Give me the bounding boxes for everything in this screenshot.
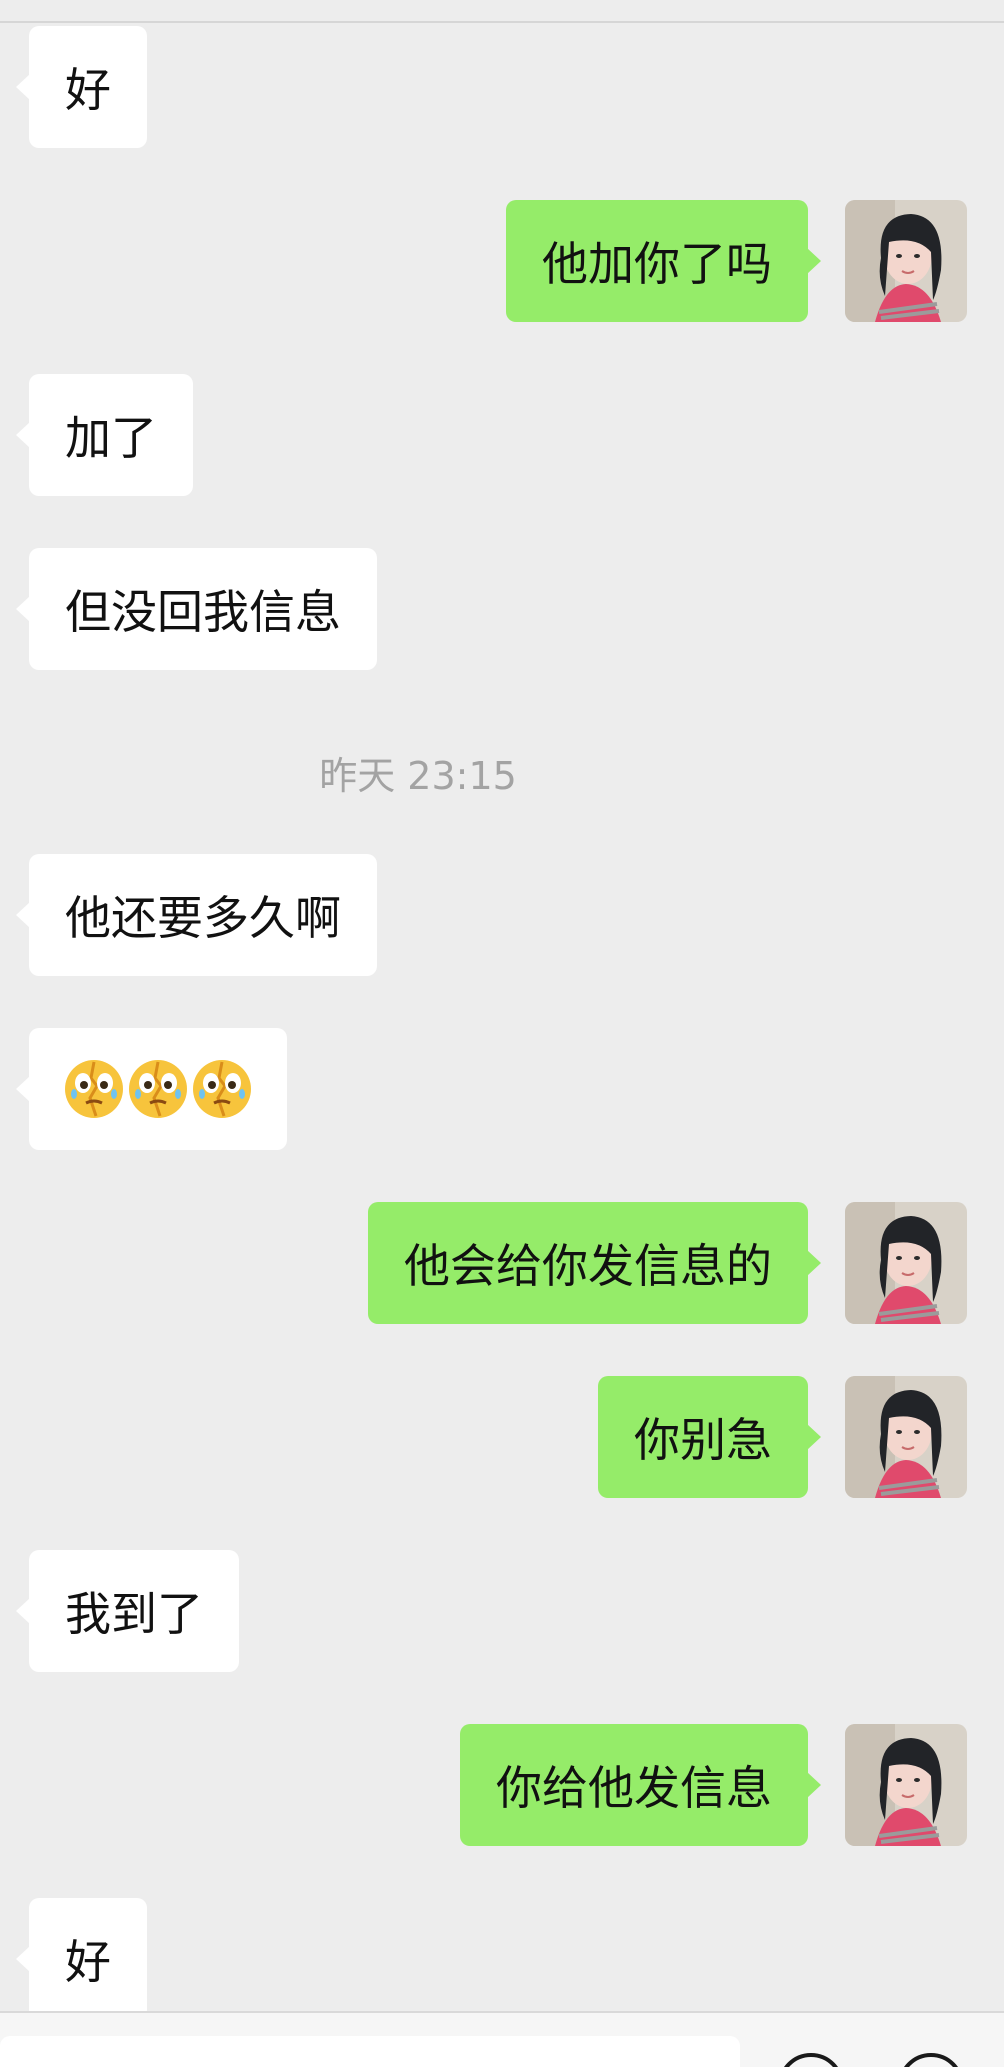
user-avatar[interactable] bbox=[845, 1376, 967, 1498]
user-avatar[interactable] bbox=[845, 1202, 967, 1324]
message-text: 他加你了吗 bbox=[542, 237, 772, 291]
avatar-image bbox=[845, 200, 967, 322]
face-with-tears-emoji bbox=[65, 1060, 123, 1118]
outgoing-message[interactable]: 他加你了吗 bbox=[506, 200, 821, 322]
outgoing-message[interactable]: 他会给你发信息的 bbox=[368, 1202, 821, 1324]
message-text: 加了 bbox=[65, 411, 157, 465]
avatar-image bbox=[845, 1724, 967, 1846]
user-avatar[interactable] bbox=[845, 200, 967, 322]
user-avatar[interactable] bbox=[845, 1724, 967, 1846]
message-text: 他会给你发信息的 bbox=[404, 1239, 772, 1293]
incoming-message[interactable]: 加了 bbox=[16, 374, 193, 496]
incoming-emoji-message[interactable] bbox=[16, 1028, 287, 1150]
face-with-tears-emoji bbox=[129, 1060, 187, 1118]
message-text: 但没回我信息 bbox=[65, 585, 341, 639]
message-input[interactable] bbox=[0, 2036, 740, 2067]
message-text: 好 bbox=[65, 63, 111, 117]
title-bar-divider bbox=[0, 21, 1004, 23]
chat-timestamp: 昨天 23:15 bbox=[319, 754, 517, 798]
message-text: 好 bbox=[65, 1935, 111, 1989]
incoming-message[interactable]: 好 bbox=[16, 26, 147, 148]
outgoing-message[interactable]: 你给他发信息 bbox=[460, 1724, 821, 1846]
message-text: 你别急 bbox=[634, 1413, 772, 1467]
voice-icon[interactable] bbox=[778, 2053, 844, 2067]
message-text: 我到了 bbox=[65, 1587, 203, 1641]
chat-input-bar bbox=[0, 2011, 1004, 2067]
outgoing-message[interactable]: 你别急 bbox=[598, 1376, 821, 1498]
incoming-message[interactable]: 好 bbox=[16, 1898, 147, 2020]
emoji-row bbox=[63, 1058, 253, 1120]
chat-screen: 好 他加你了吗 加了 但没回我信息 昨天 23:15 他还要多久啊 他会给你发信… bbox=[0, 0, 1004, 2067]
message-text: 你给他发信息 bbox=[496, 1761, 772, 1815]
incoming-message[interactable]: 他还要多久啊 bbox=[16, 854, 377, 976]
face-with-tears-emoji bbox=[193, 1060, 251, 1118]
avatar-image bbox=[845, 1202, 967, 1324]
avatar-image bbox=[845, 1376, 967, 1498]
emoji-icon[interactable] bbox=[898, 2053, 964, 2067]
message-text: 他还要多久啊 bbox=[65, 891, 341, 945]
incoming-message[interactable]: 我到了 bbox=[16, 1550, 239, 1672]
incoming-message[interactable]: 但没回我信息 bbox=[16, 548, 377, 670]
